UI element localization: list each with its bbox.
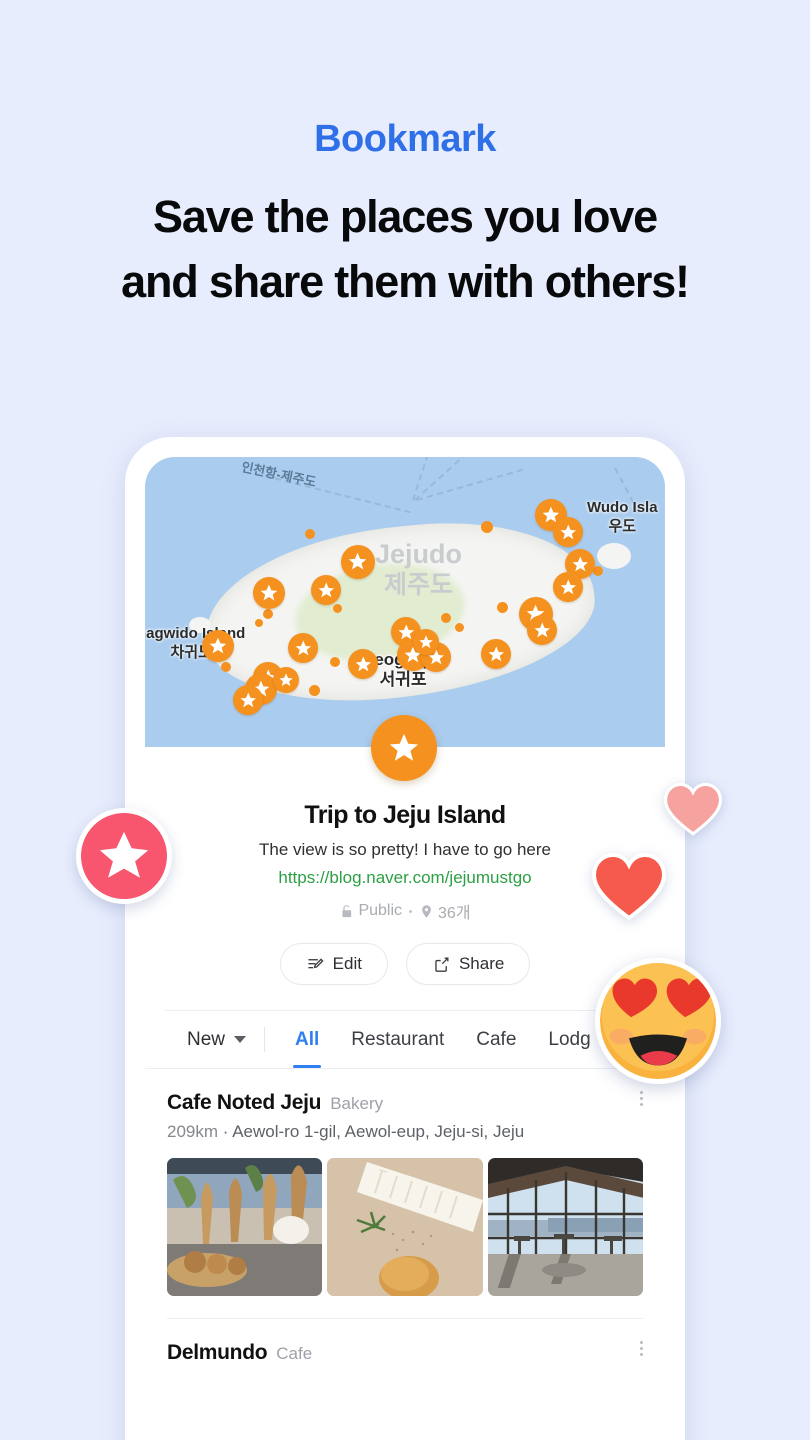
heart-sticker-red [592, 852, 666, 922]
place-count: 36개 [419, 899, 471, 923]
map-star-pin[interactable] [233, 685, 263, 715]
kebab-menu-icon[interactable] [640, 1341, 643, 1356]
tab-all[interactable]: All [279, 1011, 335, 1068]
star-icon [99, 831, 149, 878]
edit-pencil-icon [308, 957, 324, 968]
map-dot [441, 613, 451, 623]
eyebrow-label: Bookmark [314, 118, 496, 160]
visibility-label: Public [358, 902, 403, 919]
map-star-pin[interactable] [202, 630, 234, 662]
map-dot [305, 529, 315, 539]
headline-block: Bookmark Save the places you love and sh… [0, 118, 810, 314]
map-label-seogwipo-kr: 서귀포 [379, 670, 427, 690]
headline-line-2: and share them with others! [121, 255, 690, 307]
map-dot [497, 602, 508, 613]
map-pin-icon [422, 904, 431, 918]
place-list: Cafe Noted Jeju Bakery 209km · Aewol-ro … [145, 1068, 665, 1365]
map-label-ferry-route: 인천항-제주도 [240, 459, 318, 490]
place-address-separator: · [222, 1122, 233, 1141]
filter-tabbar: New All Restaurant Cafe Lodg [165, 1010, 645, 1068]
map-star-pin[interactable] [311, 575, 341, 605]
map-star-pin[interactable] [341, 545, 375, 579]
place-address: Aewol-ro 1-gil, Aewol-eup, Jeju-si, Jeju [232, 1122, 525, 1141]
map-star-pin[interactable] [527, 615, 557, 645]
visibility-status: Public [339, 902, 402, 920]
kebab-menu-icon[interactable] [640, 1091, 643, 1106]
heart-icon [592, 852, 666, 921]
heart-icon [664, 782, 722, 836]
bookmark-meta: Public 36개 [165, 899, 645, 923]
bookmark-star-button[interactable] [371, 715, 437, 781]
map-star-pin[interactable] [288, 633, 318, 663]
map-label-jejudo-kr: 제주도 [384, 570, 454, 599]
sort-dropdown[interactable]: New [187, 1011, 264, 1068]
map-dot [330, 657, 340, 667]
tab-restaurant[interactable]: Restaurant [335, 1011, 460, 1068]
place-name: Delmundo [167, 1341, 268, 1364]
place-photo[interactable] [487, 1158, 643, 1296]
share-box-icon [435, 956, 449, 972]
share-button[interactable]: Share [405, 943, 531, 985]
sheet-actions: Edit Share [165, 943, 645, 985]
page-title: Save the places you love and share them … [0, 184, 810, 315]
wudo-islet-shape [597, 543, 631, 569]
phone-mockup: 인천항-제주도 Jejudo 제주도 Seogwipo 서귀포 Wudo Isl… [125, 437, 685, 1440]
place-category: Cafe [276, 1344, 313, 1363]
heart-eyes-emoji-sticker [595, 958, 721, 1084]
smiling-face-with-heart-eyes-icon [600, 963, 716, 1079]
heart-sticker-pink [664, 782, 722, 837]
star-badge-sticker [76, 808, 172, 904]
map-dot [333, 604, 342, 613]
edit-button[interactable]: Edit [279, 943, 388, 985]
map-label-wudo: Wudo Isla 우도 [587, 499, 658, 537]
list-item-header: Delmundo Cafe [167, 1341, 643, 1365]
list-item-header: Cafe Noted Jeju Bakery [167, 1091, 643, 1115]
share-button-label: Share [458, 954, 505, 973]
sort-dropdown-label: New [187, 1028, 226, 1050]
star-icon [389, 733, 419, 761]
map-label-wudo-en: Wudo Isla [587, 499, 658, 516]
place-photos [167, 1158, 643, 1296]
map-star-pin[interactable] [553, 517, 583, 547]
map-star-pin[interactable] [348, 649, 378, 679]
headline-line-1: Save the places you love [153, 190, 658, 242]
phone-screen: 인천항-제주도 Jejudo 제주도 Seogwipo 서귀포 Wudo Isl… [145, 457, 665, 1440]
promo-screen: Bookmark Save the places you love and sh… [0, 0, 810, 1440]
bookmark-description: The view is so pretty! I have to go here [259, 840, 551, 859]
edit-button-label: Edit [332, 954, 362, 973]
chevron-down-icon [234, 1036, 247, 1043]
bookmark-link[interactable]: https://blog.naver.com/jejumustgo [165, 868, 645, 888]
map-label-wudo-kr: 우도 [608, 517, 637, 535]
list-item[interactable]: Cafe Noted Jeju Bakery 209km · Aewol-ro … [145, 1069, 665, 1319]
map-label-jejudo: Jejudo 제주도 [375, 539, 462, 600]
map-dot [481, 521, 493, 533]
place-category: Bakery [330, 1094, 384, 1113]
place-photo[interactable] [327, 1158, 483, 1296]
bookmark-title: Trip to Jeju Island [304, 801, 506, 829]
map-dot [255, 619, 263, 627]
map-star-pin[interactable] [253, 577, 285, 609]
bookmark-detail-sheet: Trip to Jeju Island The view is so prett… [145, 747, 665, 1068]
map-star-pin[interactable] [273, 667, 299, 693]
list-item[interactable]: Delmundo Cafe [145, 1319, 665, 1365]
map-dot [221, 662, 231, 672]
map-star-pin[interactable] [481, 639, 511, 669]
map-view[interactable]: 인천항-제주도 Jejudo 제주도 Seogwipo 서귀포 Wudo Isl… [145, 457, 665, 747]
map-dot [263, 609, 273, 619]
place-count-label: 36개 [438, 905, 471, 922]
place-address-row: 209km · Aewol-ro 1-gil, Aewol-eup, Jeju-… [167, 1122, 643, 1142]
unlock-icon [342, 904, 352, 917]
place-photo[interactable] [167, 1158, 323, 1296]
map-star-pin[interactable] [553, 572, 583, 602]
map-dot [309, 685, 320, 696]
map-label-jejudo-en: Jejudo [375, 539, 463, 569]
ferry-route-3 [414, 457, 468, 501]
category-tabs: All Restaurant Cafe Lodg [265, 1011, 607, 1068]
meta-separator [409, 909, 413, 913]
tab-cafe[interactable]: Cafe [460, 1011, 532, 1068]
place-name: Cafe Noted Jeju [167, 1091, 322, 1114]
place-distance: 209km [167, 1122, 219, 1141]
map-dot [455, 623, 464, 632]
map-star-pin[interactable] [413, 629, 439, 655]
